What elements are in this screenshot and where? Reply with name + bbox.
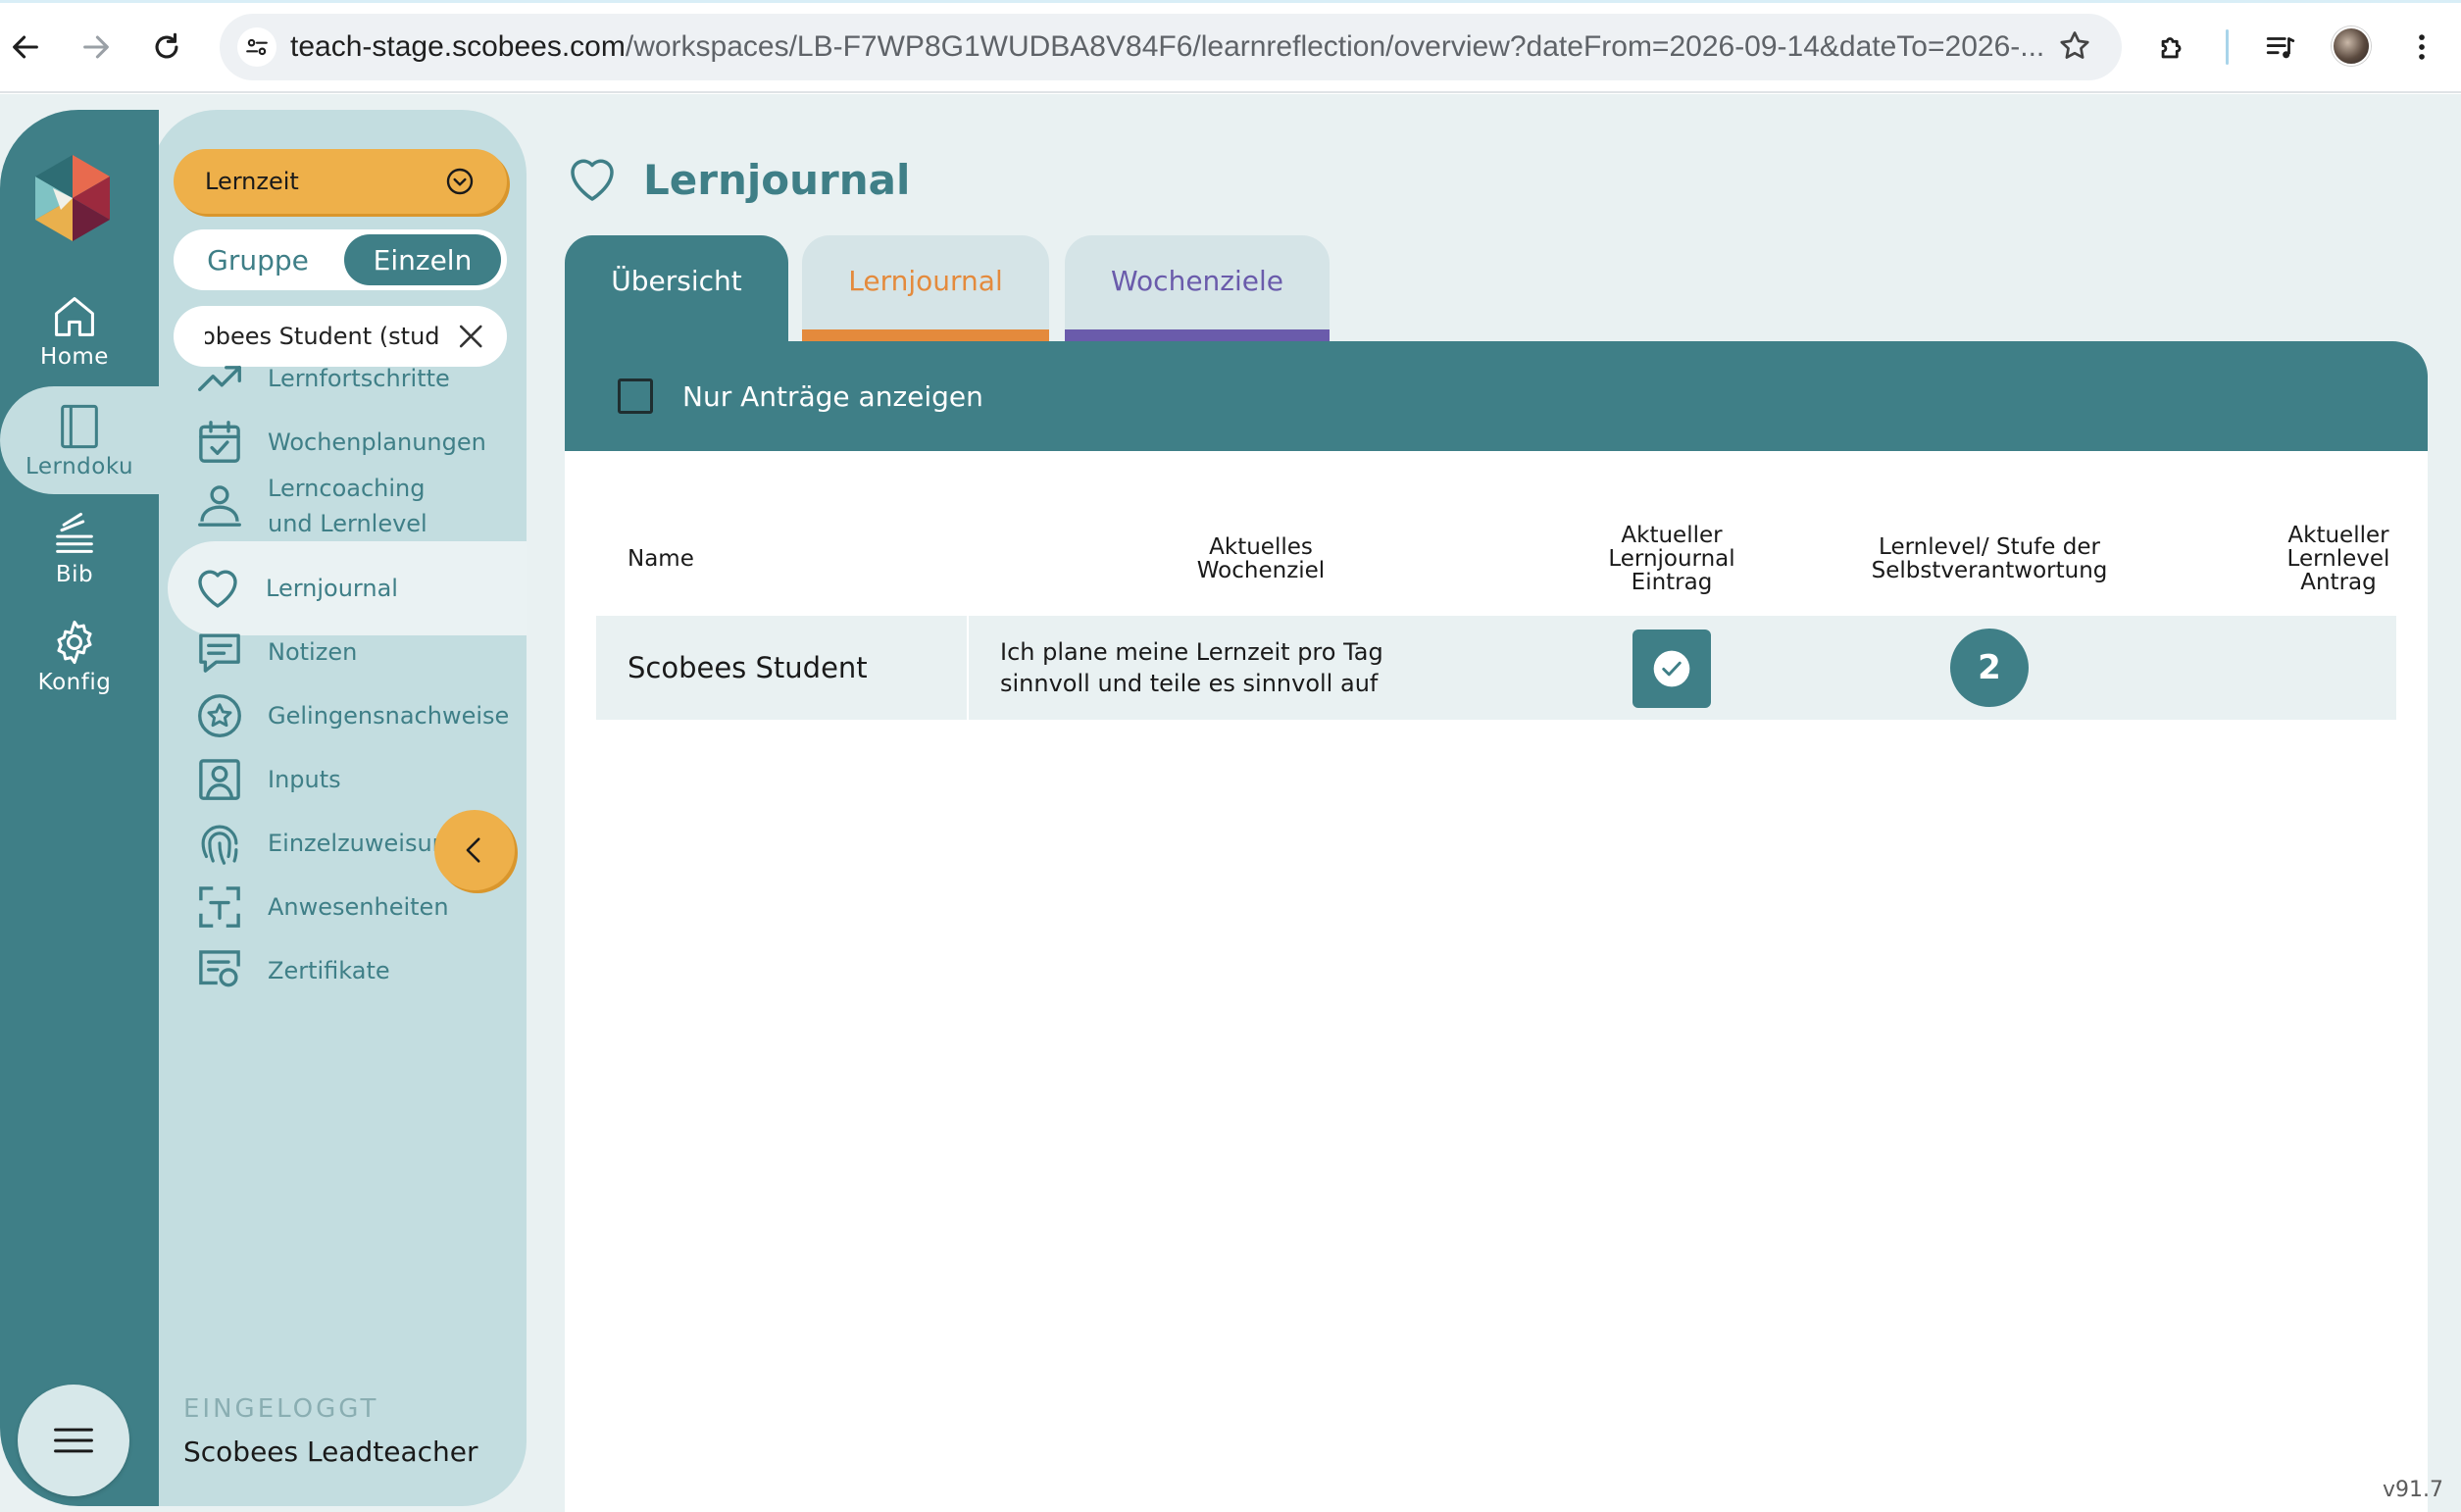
nav-label: Wochenplanungen xyxy=(268,428,486,456)
browser-toolbar: teach-stage.scobees.com/workspaces/LB-F7… xyxy=(0,0,2461,93)
bookmark-star-icon[interactable] xyxy=(2057,28,2092,64)
url-host: teach-stage.scobees.com xyxy=(290,30,626,63)
journal-entry-badge[interactable] xyxy=(1632,630,1711,708)
nav-label: Zertifikate xyxy=(268,957,390,984)
mode-select[interactable]: Lernzeit xyxy=(174,149,507,214)
nav-label: Lerncoaching und Lernlevel xyxy=(268,475,427,537)
table-row[interactable]: Scobees Student Ich plane meine Lernzeit… xyxy=(596,616,2396,720)
media-control-button[interactable] xyxy=(2255,22,2306,73)
nav-label: Anwesenheiten xyxy=(268,893,449,921)
rail-label: Home xyxy=(40,344,109,370)
column-divider xyxy=(967,616,969,720)
group-single-toggle: Gruppe Einzeln xyxy=(174,229,507,290)
nav-label: Inputs xyxy=(268,766,341,793)
primary-rail: Home Lerndoku Bib Konfig xyxy=(0,110,159,1506)
only-requests-checkbox[interactable] xyxy=(618,378,653,414)
puzzle-icon xyxy=(2161,37,2182,59)
logged-in-user: Scobees Leadteacher xyxy=(183,1436,478,1468)
secondary-sidebar: Lernzeit Gruppe Einzeln Scobees Student … xyxy=(152,110,527,1506)
page-title: Lernjournal xyxy=(643,155,911,204)
forward-button[interactable] xyxy=(71,22,122,73)
coaching-icon xyxy=(198,485,241,527)
nav-label: Lernfortschritte xyxy=(268,365,450,392)
logged-in-label: EINGELOGGT xyxy=(183,1394,379,1424)
extensions-button[interactable] xyxy=(2147,22,2198,73)
column-header-level: Lernlevel/ Stufe der Selbstverantwortung xyxy=(1871,534,2108,583)
reload-button[interactable] xyxy=(141,22,192,73)
chevron-down-circle-icon xyxy=(446,168,474,195)
browser-menu-button[interactable] xyxy=(2396,22,2447,73)
nav-label: Lernjournal xyxy=(266,575,398,602)
column-header-level-request: Aktueller Lernlevel Antrag xyxy=(2286,523,2390,595)
rail-label: Bib xyxy=(55,562,94,587)
rail-label: Lerndoku xyxy=(25,454,134,479)
toolbar-separator xyxy=(2226,29,2229,65)
library-icon xyxy=(56,512,93,553)
column-header-name: Name xyxy=(628,546,694,572)
tab-lernjournal[interactable]: Lernjournal xyxy=(802,235,1049,341)
heart-icon xyxy=(571,159,614,201)
rail-label: Konfig xyxy=(37,670,112,695)
weekly-goal-text: Ich plane meine Lernzeit pro Tag sinnvol… xyxy=(1000,638,1383,697)
hamburger-icon xyxy=(54,1428,93,1453)
learn-level-badge[interactable]: 2 xyxy=(1950,629,2029,707)
collapse-sidebar-button[interactable] xyxy=(434,810,515,890)
column-header-weekly-goal: Aktuelles Wochenziel xyxy=(1196,534,1326,583)
chevron-left-icon xyxy=(466,837,480,863)
nav-label: Gelingensnachweise xyxy=(268,702,510,730)
student-name[interactable]: Scobees Student xyxy=(628,616,868,720)
app-root: Lernzeit Gruppe Einzeln Scobees Student … xyxy=(0,94,2461,1512)
rail-item-bib[interactable]: Bib xyxy=(0,494,149,602)
home-icon xyxy=(55,297,94,336)
page-load-indicator xyxy=(0,0,2461,3)
toggle-single-option[interactable]: Einzeln xyxy=(344,234,501,285)
certificate-icon xyxy=(199,950,240,987)
kebab-menu-icon xyxy=(2419,34,2425,60)
media-queue-icon xyxy=(2266,37,2295,59)
only-requests-label[interactable]: Nur Anträge anzeigen xyxy=(682,380,983,413)
mode-select-value: Lernzeit xyxy=(205,168,299,195)
site-settings-icon[interactable] xyxy=(237,27,276,67)
notebook-icon xyxy=(61,404,98,449)
rail-item-konfig[interactable]: Konfig xyxy=(0,602,149,710)
rail-item-lerndoku[interactable]: Lerndoku xyxy=(0,386,159,494)
scobees-logo xyxy=(35,155,110,241)
nav-item-zertifikate[interactable]: Zertifikate xyxy=(170,924,527,1018)
app-version: v91.7 xyxy=(2382,1478,2443,1502)
reload-icon xyxy=(155,32,178,59)
back-arrow-icon xyxy=(13,35,38,59)
tab-wochenziele[interactable]: Wochenziele xyxy=(1065,235,1330,341)
toggle-group-option[interactable]: Gruppe xyxy=(179,234,336,285)
forward-arrow-icon xyxy=(83,35,109,59)
profile-avatar[interactable] xyxy=(2332,26,2371,66)
nav-item-lerncoaching[interactable]: Lerncoaching und Lernlevel xyxy=(170,459,527,553)
address-bar[interactable]: teach-stage.scobees.com/workspaces/LB-F7… xyxy=(220,14,2122,80)
nav-label: Notizen xyxy=(268,638,358,666)
hamburger-menu-button[interactable] xyxy=(18,1385,129,1496)
url-path: /workspaces/LB-F7WP8G1WUDBA8V84F6/learnr… xyxy=(625,30,2045,63)
filter-bar: Nur Anträge anzeigen xyxy=(565,341,2428,451)
table-header: Name Aktuelles Wochenziel Aktueller Lern… xyxy=(596,510,2396,608)
gear-icon xyxy=(57,620,92,665)
back-button[interactable] xyxy=(0,22,51,73)
page-header: Lernjournal xyxy=(563,145,910,214)
url-text[interactable]: teach-stage.scobees.com/workspaces/LB-F7… xyxy=(290,30,2045,64)
overview-panel: Nur Anträge anzeigen Name Aktuelles Woch… xyxy=(565,341,2428,1512)
tab-uebersicht[interactable]: Übersicht xyxy=(565,235,788,345)
column-header-journal-entry: Aktueller Lernjournal Eintrag xyxy=(1608,523,1735,595)
rail-item-home[interactable]: Home xyxy=(0,277,149,384)
checkmark-circle-icon xyxy=(1653,650,1690,687)
